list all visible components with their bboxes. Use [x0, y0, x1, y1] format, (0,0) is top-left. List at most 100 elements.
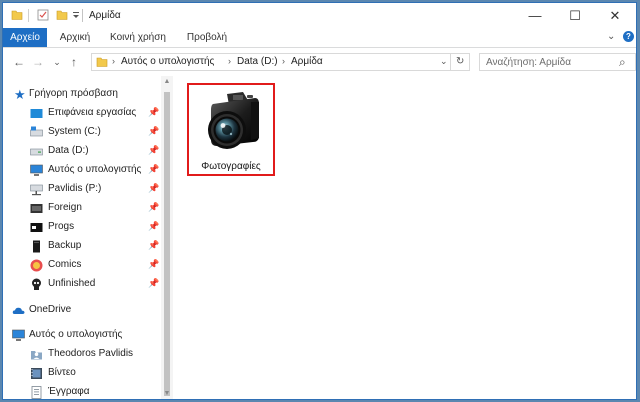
up-button[interactable]: ↑	[66, 53, 82, 71]
search-box[interactable]: ⌕	[479, 53, 636, 71]
nav-label: Έγγραφα	[48, 386, 90, 397]
pin-icon: 📌	[148, 240, 160, 250]
nav-label: Γρήγορη πρόσβαση	[29, 88, 118, 99]
title-divider	[82, 9, 83, 22]
tab-file[interactable]: Αρχείο	[3, 28, 47, 47]
nav-label: Unfinished	[48, 278, 96, 289]
nav-label: Αυτός ο υπολογιστής	[48, 164, 142, 175]
nav-scrollbar[interactable]: ▲ ▼	[161, 76, 173, 399]
tab-share[interactable]: Κοινή χρήση	[103, 28, 173, 47]
breadcrumb-separator: ›	[282, 56, 285, 66]
scroll-down-icon[interactable]: ▼	[161, 390, 173, 397]
breadcrumb-data-drive[interactable]: Data (D:)	[237, 56, 278, 67]
toolbar-divider	[28, 9, 29, 22]
new-folder-icon[interactable]	[56, 9, 68, 21]
nav-item-foreign[interactable]: Foreign 📌	[3, 199, 161, 218]
maximize-button[interactable]: ☐	[555, 3, 595, 28]
cloud-icon	[12, 307, 25, 314]
back-button[interactable]: ←	[11, 53, 27, 71]
breadcrumb-armida[interactable]: Αρμίδα	[291, 56, 323, 67]
folder-label: Φωτογραφίες	[201, 161, 261, 172]
nav-onedrive[interactable]: OneDrive	[3, 301, 161, 320]
properties-icon[interactable]	[37, 9, 49, 21]
nav-label: Επιφάνεια εργασίας	[48, 107, 137, 118]
close-icon: ✕	[609, 7, 621, 23]
address-dropdown-icon[interactable]: ⌄	[440, 56, 448, 67]
navigation-bar: ← → ⌄ ↑ › Αυτός ο υπολογιστής › Data (D:…	[3, 48, 636, 76]
desktop-icon	[30, 109, 43, 118]
nav-item-comics[interactable]: Comics 📌	[3, 256, 161, 275]
address-divider	[450, 54, 451, 70]
network-drive-icon	[30, 184, 43, 196]
nav-item-desktop[interactable]: Επιφάνεια εργασίας 📌	[3, 104, 161, 123]
computer-icon	[30, 164, 43, 176]
pin-icon: 📌	[148, 202, 160, 212]
file-list: Φωτογραφίες	[175, 76, 636, 399]
breadcrumb-this-pc[interactable]: Αυτός ο υπολογιστής	[121, 56, 214, 67]
nav-quick-access[interactable]: ★ Γρήγορη πρόσβαση	[3, 85, 161, 104]
close-button[interactable]: ✕	[595, 3, 635, 28]
skull-icon	[32, 278, 41, 290]
nav-label: OneDrive	[29, 304, 72, 315]
navigation-pane: ★ Γρήγορη πρόσβαση Επιφάνεια εργασίας 📌 …	[3, 76, 173, 399]
folder-icon	[96, 57, 108, 67]
nav-item-data-d[interactable]: Data (D:) 📌	[3, 142, 161, 161]
pin-icon: 📌	[148, 107, 160, 117]
address-bar[interactable]: › Αυτός ο υπολογιστής › Data (D:) › Αρμί…	[91, 53, 470, 71]
window-title: Αρμίδα	[89, 10, 121, 21]
ribbon-tabs: Αρχείο Αρχική Κοινή χρήση Προβολή ⌄ ?	[3, 28, 636, 48]
nav-item-this-pc-pinned[interactable]: Αυτός ο υπολογιστής 📌	[3, 161, 161, 180]
documents-icon	[31, 386, 42, 399]
user-folder-icon	[31, 351, 42, 360]
recent-locations-button[interactable]: ⌄	[49, 53, 65, 71]
nav-item-videos[interactable]: Βίντεο	[3, 364, 161, 383]
forward-button[interactable]: →	[30, 53, 46, 71]
nav-label: Data (D:)	[48, 145, 89, 156]
minimize-icon: —	[528, 8, 542, 23]
nav-this-pc[interactable]: Αυτός ο υπολογιστής	[3, 326, 161, 345]
video-icon	[31, 368, 42, 379]
help-icon[interactable]: ?	[623, 31, 634, 42]
nav-label: Αυτός ο υπολογιστής	[29, 329, 123, 340]
pin-icon: 📌	[148, 259, 160, 269]
nav-label: Progs	[48, 221, 75, 232]
pin-icon: 📌	[148, 126, 160, 136]
tab-view[interactable]: Προβολή	[179, 28, 235, 47]
nav-label: Backup	[48, 240, 82, 251]
title-bar: Αρμίδα — ☐ ✕	[3, 3, 636, 28]
nav-item-progs[interactable]: Progs 📌	[3, 218, 161, 237]
nav-label: Comics	[48, 259, 82, 270]
explorer-window: Αρμίδα — ☐ ✕ Αρχείο Αρχική Κοινή χρήση Π…	[2, 2, 637, 400]
nav-item-system-c[interactable]: System (C:) 📌	[3, 123, 161, 142]
nav-label: Pavlidis (P:)	[48, 183, 102, 194]
folder-icon[interactable]	[11, 9, 23, 21]
nav-item-unfinished[interactable]: Unfinished 📌	[3, 275, 161, 294]
comics-icon	[30, 259, 43, 272]
nav-label: System (C:)	[48, 126, 101, 137]
foreign-icon	[30, 204, 43, 213]
maximize-icon: ☐	[569, 7, 581, 23]
pin-icon: 📌	[148, 145, 160, 155]
breadcrumb-separator: ›	[112, 56, 115, 66]
nav-item-theodoros-pavlidis[interactable]: Theodoros Pavlidis	[3, 345, 161, 364]
pin-icon: 📌	[148, 164, 160, 174]
pin-icon: 📌	[148, 221, 160, 231]
tab-home[interactable]: Αρχική	[53, 28, 97, 47]
nav-item-pavlidis-p[interactable]: Pavlidis (P:) 📌	[3, 180, 161, 199]
scroll-up-icon[interactable]: ▲	[161, 78, 173, 85]
nav-label: Βίντεο	[48, 367, 76, 378]
folder-item-photos[interactable]: Φωτογραφίες	[187, 83, 275, 176]
drive-icon	[30, 148, 43, 156]
scrollbar-thumb[interactable]	[164, 92, 170, 396]
minimize-button[interactable]: —	[515, 3, 555, 28]
nav-item-backup[interactable]: Backup 📌	[3, 237, 161, 256]
nav-item-documents[interactable]: Έγγραφα	[3, 383, 161, 399]
search-input[interactable]	[486, 55, 611, 69]
pin-icon: 📌	[148, 183, 160, 193]
refresh-icon[interactable]: ↻	[456, 56, 464, 67]
computer-icon	[12, 329, 25, 341]
search-icon[interactable]: ⌕	[619, 55, 626, 70]
pin-icon: 📌	[148, 278, 160, 288]
customize-toolbar-icon[interactable]	[72, 11, 80, 19]
expand-ribbon-icon[interactable]: ⌄	[607, 31, 615, 42]
